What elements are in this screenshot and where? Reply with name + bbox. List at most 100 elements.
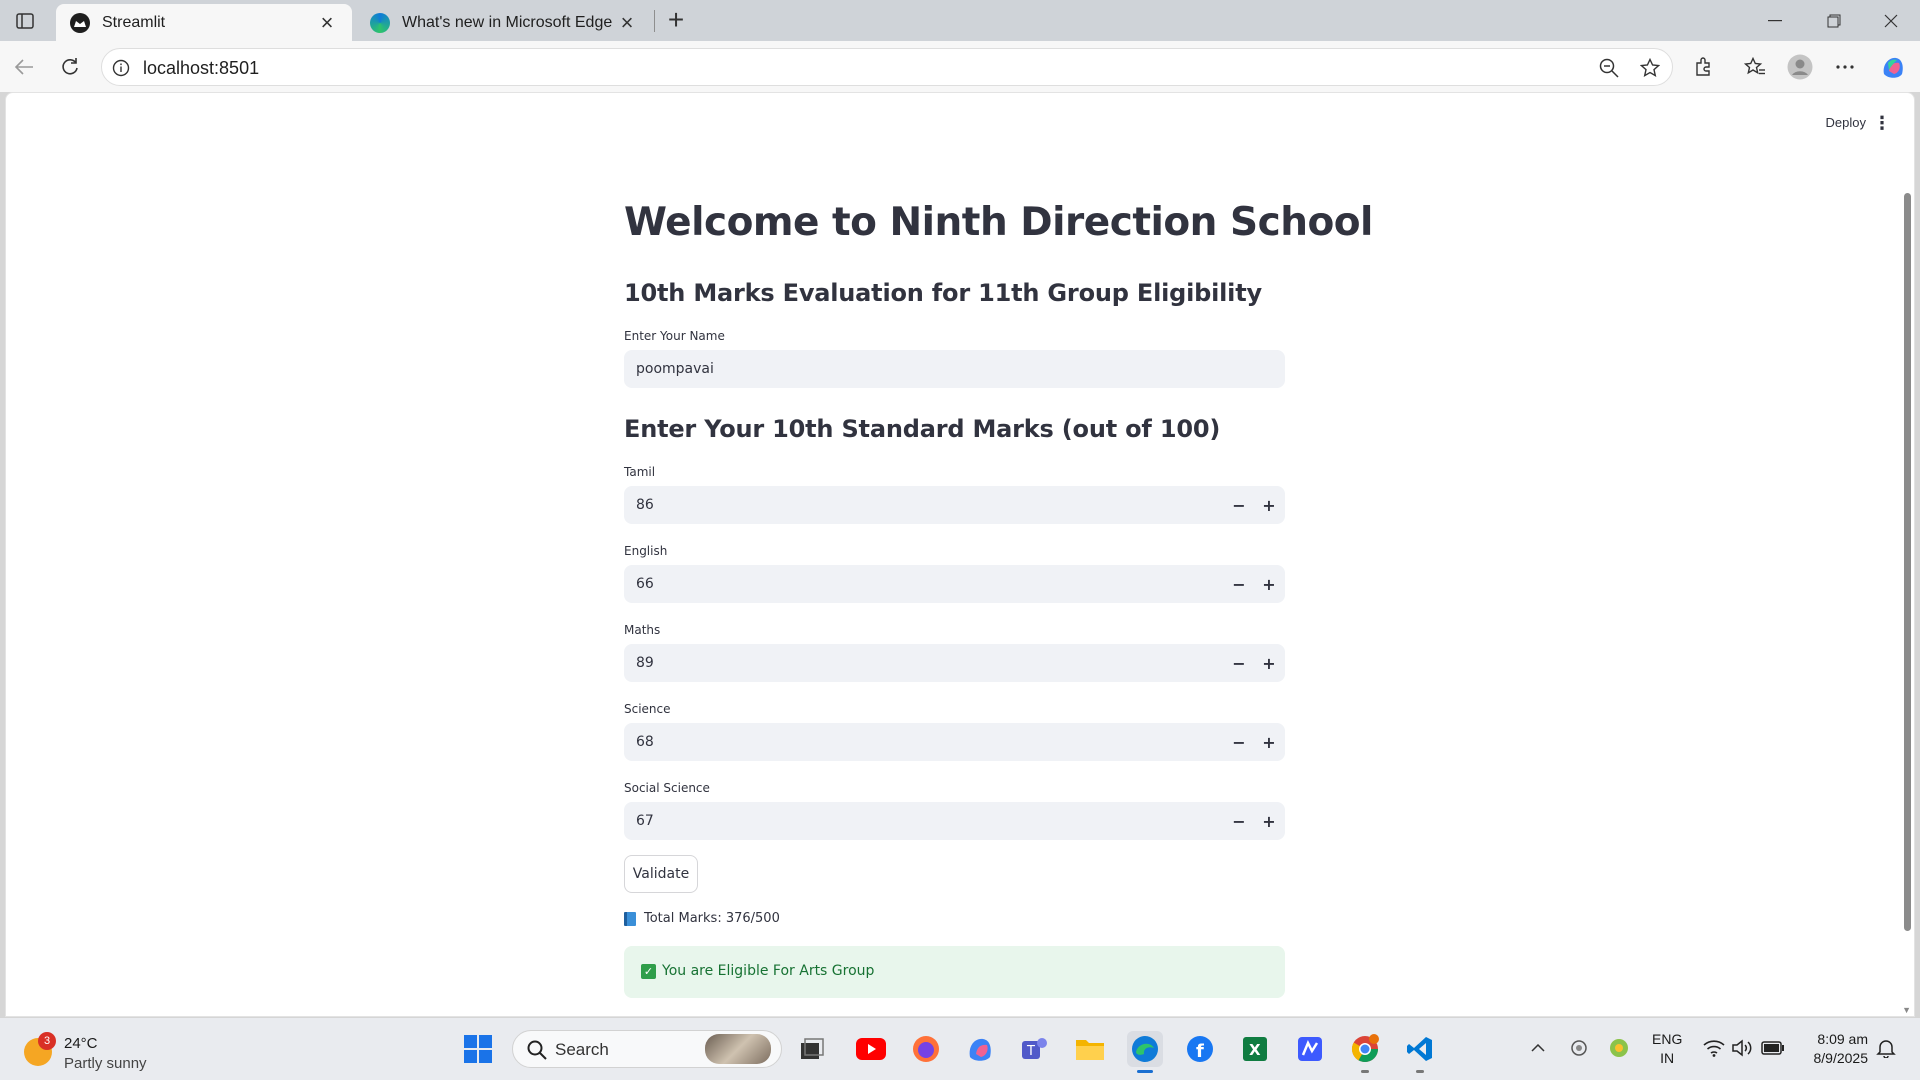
edge-taskbar-icon[interactable]: [1127, 1031, 1163, 1073]
show-hidden-icons-chevron-icon[interactable]: [1526, 1036, 1550, 1060]
tamil-value: 86: [636, 497, 654, 513]
running-indicator: [1137, 1070, 1153, 1073]
scrollbar-thumb[interactable]: [1904, 193, 1911, 931]
system-clock[interactable]: 8:09 am 8/9/2025: [1794, 1030, 1869, 1068]
battery-icon[interactable]: [1761, 1036, 1785, 1060]
social-science-decrement-button[interactable]: −: [1224, 802, 1254, 840]
streamlit-favicon-icon: [70, 12, 90, 33]
refresh-button[interactable]: [53, 50, 87, 84]
english-decrement-button[interactable]: −: [1224, 565, 1254, 603]
maths-increment-button[interactable]: +: [1254, 644, 1284, 682]
clock-time: 8:09 am: [1817, 1031, 1868, 1047]
name-label: Enter Your Name: [624, 329, 725, 343]
english-label: English: [624, 544, 668, 558]
english-number-input[interactable]: 66 − +: [624, 565, 1285, 603]
favorite-star-icon[interactable]: [1635, 53, 1665, 83]
site-info-icon[interactable]: [106, 53, 136, 83]
main-menu-icon[interactable]: ⋮: [1873, 112, 1891, 134]
tamil-number-input[interactable]: 86 − +: [624, 486, 1285, 524]
science-value: 68: [636, 734, 654, 750]
favorites-icon[interactable]: [1738, 50, 1772, 84]
taskbar-search[interactable]: Search: [512, 1030, 782, 1068]
page-scrollbar[interactable]: [1902, 137, 1914, 1016]
restore-button[interactable]: [1805, 0, 1862, 41]
svg-text:f: f: [1196, 1041, 1204, 1062]
minimize-button[interactable]: [1746, 0, 1803, 41]
clock-date: 8/9/2025: [1813, 1050, 1869, 1066]
youtube-icon[interactable]: [853, 1031, 889, 1067]
chrome-icon[interactable]: [1347, 1031, 1383, 1073]
maths-number-input[interactable]: 89 − +: [624, 644, 1285, 682]
social-science-label: Social Science: [624, 781, 710, 795]
science-number-input[interactable]: 68 − +: [624, 723, 1285, 761]
success-message: You are Eligible For Arts Group: [662, 963, 875, 979]
name-input[interactable]: poompavai: [624, 350, 1285, 388]
running-indicator: [1416, 1070, 1424, 1073]
tab-whats-new-edge[interactable]: What's new in Microsoft Edge ×: [356, 4, 652, 41]
facebook-icon[interactable]: f: [1182, 1031, 1218, 1067]
maths-decrement-button[interactable]: −: [1224, 644, 1254, 682]
search-label: Search: [555, 1040, 609, 1059]
tab-title: Streamlit: [102, 13, 166, 31]
start-button[interactable]: [460, 1031, 496, 1067]
social-science-number-input[interactable]: 67 − +: [624, 802, 1285, 840]
language-indicator[interactable]: ENG IN: [1652, 1030, 1682, 1068]
close-tab-icon[interactable]: ×: [616, 10, 638, 35]
maths-value: 89: [636, 655, 654, 671]
excel-icon[interactable]: X: [1237, 1031, 1273, 1067]
zoom-out-icon[interactable]: [1594, 53, 1624, 83]
tamil-increment-button[interactable]: +: [1254, 486, 1284, 524]
search-icon: [527, 1040, 547, 1060]
close-tab-icon[interactable]: ×: [316, 10, 338, 35]
wifi-icon[interactable]: [1702, 1036, 1726, 1060]
close-window-button[interactable]: [1862, 0, 1919, 41]
science-increment-button[interactable]: +: [1254, 723, 1284, 761]
temperature: 24°C: [64, 1035, 98, 1052]
tray-status-icon[interactable]: [1607, 1036, 1631, 1060]
notification-badge: 3: [38, 1032, 56, 1050]
page-subtitle: 10th Marks Evaluation for 11th Group Eli…: [624, 279, 1262, 307]
scroll-down-arrow-icon[interactable]: ▼: [1902, 1005, 1911, 1015]
svg-text:X: X: [1249, 1041, 1261, 1059]
copilot-app-icon[interactable]: [962, 1031, 998, 1067]
copilot-icon[interactable]: [1876, 50, 1910, 84]
validate-button[interactable]: Validate: [624, 855, 698, 893]
tamil-decrement-button[interactable]: −: [1224, 486, 1254, 524]
back-button[interactable]: [7, 50, 41, 84]
social-science-increment-button[interactable]: +: [1254, 802, 1284, 840]
task-view-icon[interactable]: [794, 1031, 830, 1067]
tab-separator: [654, 10, 655, 32]
svg-text:T: T: [1026, 1044, 1035, 1059]
teams-icon[interactable]: T: [1017, 1031, 1053, 1067]
success-alert: ✓ You are Eligible For Arts Group: [624, 946, 1285, 998]
address-bar[interactable]: localhost:8501: [101, 48, 1673, 86]
social-science-value: 67: [636, 813, 654, 829]
weather-widget[interactable]: 3 24°C Partly sunny: [24, 1032, 174, 1072]
settings-more-icon[interactable]: [1828, 50, 1862, 84]
weather-condition: Partly sunny: [64, 1055, 147, 1072]
tab-actions-icon[interactable]: [10, 8, 40, 34]
deploy-button[interactable]: Deploy: [1826, 115, 1866, 130]
language-code: ENG: [1652, 1031, 1683, 1047]
total-marks: Total Marks: 376/500: [624, 911, 780, 926]
tamil-label: Tamil: [624, 465, 656, 479]
english-increment-button[interactable]: +: [1254, 565, 1284, 603]
tab-title: What's new in Microsoft Edge: [402, 13, 613, 31]
notifications-icon[interactable]: [1874, 1036, 1898, 1060]
tray-app-icon[interactable]: [1567, 1036, 1591, 1060]
url-text: localhost:8501: [143, 58, 260, 78]
science-decrement-button[interactable]: −: [1224, 723, 1254, 761]
profile-avatar-icon[interactable]: [1783, 50, 1817, 84]
volume-icon[interactable]: [1731, 1036, 1755, 1060]
region-code: IN: [1660, 1050, 1675, 1066]
firefox-icon[interactable]: [908, 1031, 944, 1067]
maths-label: Maths: [624, 623, 661, 637]
tab-strip: Streamlit × What's new in Microsoft Edge…: [0, 0, 1920, 41]
new-tab-button[interactable]: +: [662, 4, 690, 35]
app-icon[interactable]: [1292, 1031, 1328, 1067]
tab-streamlit[interactable]: Streamlit ×: [56, 4, 352, 41]
extensions-icon[interactable]: [1686, 50, 1720, 84]
science-label: Science: [624, 702, 671, 716]
file-explorer-icon[interactable]: [1072, 1031, 1108, 1067]
vscode-icon[interactable]: [1402, 1031, 1438, 1073]
